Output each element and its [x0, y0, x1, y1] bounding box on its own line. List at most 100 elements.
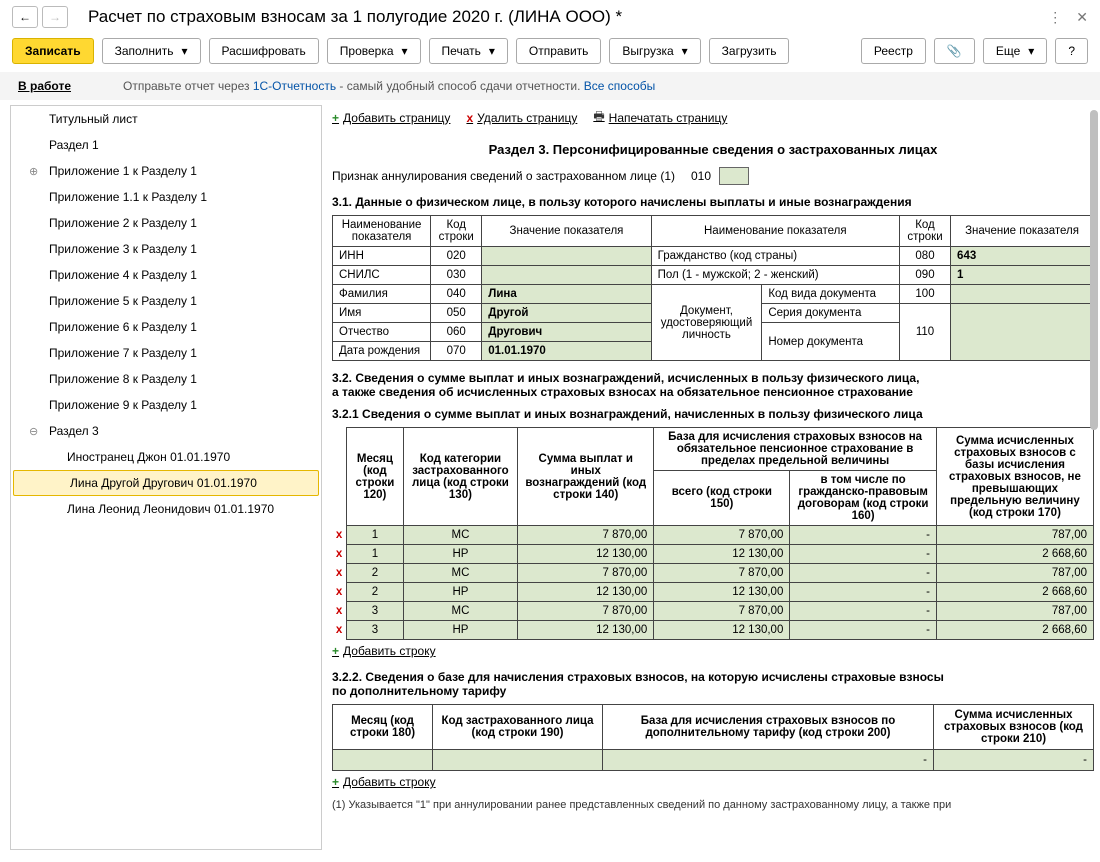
tree-item-app-6[interactable]: Приложение 6 к Разделу 1	[11, 314, 321, 340]
sex-field[interactable]: 1	[951, 266, 1094, 285]
table-row[interactable]: x1МС7 870,007 870,00-787,00	[332, 526, 1094, 545]
month-cell[interactable]: 3	[347, 621, 404, 640]
category-cell[interactable]: МС	[403, 602, 518, 621]
delete-page-link[interactable]: xУдалить страницу	[466, 111, 577, 125]
surname-field[interactable]: Лина	[482, 285, 651, 304]
registry-button[interactable]: Реестр	[861, 38, 926, 64]
name-field[interactable]: Другой	[482, 304, 651, 323]
delete-row-icon[interactable]: x	[332, 564, 347, 583]
month-cell[interactable]: 2	[347, 564, 404, 583]
export-button[interactable]: Выгрузка▾	[609, 38, 700, 64]
sum170-cell[interactable]: 2 668,60	[936, 621, 1093, 640]
sum170-cell[interactable]: 787,00	[936, 602, 1093, 621]
tree-item-app-9[interactable]: Приложение 9 к Разделу 1	[11, 392, 321, 418]
delete-row-icon[interactable]: x	[332, 621, 347, 640]
delete-row-icon[interactable]: x	[332, 545, 347, 564]
sum160-cell[interactable]: -	[790, 602, 937, 621]
category-cell[interactable]: МС	[403, 564, 518, 583]
send-button[interactable]: Отправить	[516, 38, 602, 64]
tree-item-title-page[interactable]: Титульный лист	[11, 106, 321, 132]
tree-item-section-3[interactable]: Раздел 3	[11, 418, 321, 444]
tree-item-app-1-1[interactable]: Приложение 1.1 к Разделу 1	[11, 184, 321, 210]
help-button[interactable]: ?	[1055, 38, 1088, 64]
sum140-cell[interactable]: 12 130,00	[518, 621, 654, 640]
sum170-cell[interactable]: 2 668,60	[936, 583, 1093, 602]
sum160-cell[interactable]: -	[790, 526, 937, 545]
navigation-tree[interactable]: Титульный лист Раздел 1 Приложение 1 к Р…	[10, 105, 322, 850]
sum140-cell[interactable]: 7 870,00	[518, 602, 654, 621]
sum150-cell[interactable]: 12 130,00	[654, 583, 790, 602]
add-page-link[interactable]: +Добавить страницу	[332, 111, 450, 125]
t322-month-field[interactable]	[333, 750, 433, 771]
tree-item-section-1[interactable]: Раздел 1	[11, 132, 321, 158]
import-button[interactable]: Загрузить	[709, 38, 790, 64]
tree-item-person-1[interactable]: Лина Другой Другович 01.01.1970	[13, 470, 319, 496]
write-button[interactable]: Записать	[12, 38, 94, 64]
tree-item-app-4[interactable]: Приложение 4 к Разделу 1	[11, 262, 321, 288]
link-1c-report[interactable]: 1С-Отчетность	[253, 79, 336, 93]
month-cell[interactable]: 1	[347, 545, 404, 564]
snils-field[interactable]	[482, 266, 651, 285]
print-button[interactable]: Печать▾	[429, 38, 508, 64]
category-cell[interactable]: НР	[403, 545, 518, 564]
scrollbar[interactable]	[1090, 110, 1098, 845]
inn-field[interactable]	[482, 247, 651, 266]
delete-row-icon[interactable]: x	[332, 526, 347, 545]
tree-item-app-5[interactable]: Приложение 5 к Разделу 1	[11, 288, 321, 314]
sum150-cell[interactable]: 7 870,00	[654, 564, 790, 583]
delete-row-icon[interactable]: x	[332, 583, 347, 602]
print-page-link[interactable]: 🖶Напечатать страницу	[593, 107, 727, 128]
table-row[interactable]: x2МС7 870,007 870,00-787,00	[332, 564, 1094, 583]
citizenship-field[interactable]: 643	[951, 247, 1094, 266]
sum170-cell[interactable]: 2 668,60	[936, 545, 1093, 564]
nav-back-button[interactable]: ←	[12, 6, 38, 28]
check-button[interactable]: Проверка▾	[327, 38, 421, 64]
sum150-cell[interactable]: 12 130,00	[654, 545, 790, 564]
sum140-cell[interactable]: 7 870,00	[518, 564, 654, 583]
add-row-link-321[interactable]: +Добавить строку	[332, 644, 436, 658]
kebab-icon[interactable]: ⋮	[1048, 9, 1062, 26]
sum150-cell[interactable]: 7 870,00	[654, 602, 790, 621]
tree-item-person-2[interactable]: Лина Леонид Леонидович 01.01.1970	[11, 496, 321, 522]
sum160-cell[interactable]: -	[790, 583, 937, 602]
attach-button[interactable]: 📎	[934, 38, 975, 64]
category-cell[interactable]: НР	[403, 583, 518, 602]
more-button[interactable]: Еще▾	[983, 38, 1047, 64]
t322-code-field[interactable]	[433, 750, 603, 771]
sum170-cell[interactable]: 787,00	[936, 526, 1093, 545]
doc-type-field[interactable]	[951, 285, 1094, 304]
tree-item-app-3[interactable]: Приложение 3 к Разделу 1	[11, 236, 321, 262]
month-cell[interactable]: 1	[347, 526, 404, 545]
tree-item-person-0[interactable]: Иностранец Джон 01.01.1970	[11, 444, 321, 470]
close-icon[interactable]: ✕	[1076, 9, 1088, 26]
delete-row-icon[interactable]: x	[332, 602, 347, 621]
category-cell[interactable]: НР	[403, 621, 518, 640]
table-row[interactable]: x2НР12 130,0012 130,00-2 668,60	[332, 583, 1094, 602]
birthdate-field[interactable]: 01.01.1970	[482, 342, 651, 361]
t322-base-field[interactable]: -	[603, 750, 934, 771]
table-row[interactable]: x3МС7 870,007 870,00-787,00	[332, 602, 1094, 621]
sum160-cell[interactable]: -	[790, 564, 937, 583]
doc-series-number-field[interactable]	[951, 304, 1094, 361]
category-cell[interactable]: МС	[403, 526, 518, 545]
fill-button[interactable]: Заполнить▾	[102, 38, 201, 64]
patronymic-field[interactable]: Другович	[482, 323, 651, 342]
nav-forward-button[interactable]: →	[42, 6, 68, 28]
t322-contrib-field[interactable]: -	[934, 750, 1094, 771]
link-all-methods[interactable]: Все способы	[584, 79, 656, 93]
add-row-link-322[interactable]: +Добавить строку	[332, 775, 436, 789]
sum150-cell[interactable]: 7 870,00	[654, 526, 790, 545]
sum170-cell[interactable]: 787,00	[936, 564, 1093, 583]
sum140-cell[interactable]: 12 130,00	[518, 583, 654, 602]
tree-item-app-8[interactable]: Приложение 8 к Разделу 1	[11, 366, 321, 392]
tree-item-app-2[interactable]: Приложение 2 к Разделу 1	[11, 210, 321, 236]
annul-input[interactable]	[719, 167, 749, 185]
month-cell[interactable]: 2	[347, 583, 404, 602]
sum140-cell[interactable]: 7 870,00	[518, 526, 654, 545]
month-cell[interactable]: 3	[347, 602, 404, 621]
sum140-cell[interactable]: 12 130,00	[518, 545, 654, 564]
sum160-cell[interactable]: -	[790, 621, 937, 640]
sum160-cell[interactable]: -	[790, 545, 937, 564]
decipher-button[interactable]: Расшифровать	[209, 38, 319, 64]
status-link[interactable]: В работе	[18, 79, 71, 93]
